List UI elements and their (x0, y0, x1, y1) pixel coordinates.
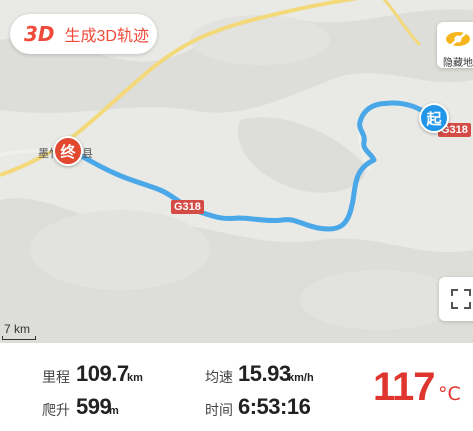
expand-icon (451, 289, 471, 309)
distance-value: 109.7 (76, 361, 129, 386)
scale-bar (2, 336, 36, 340)
map-view[interactable]: 3D 生成3D轨迹 隐藏地 墨竹工卡县 G318 G318 终 起 7 km (0, 0, 473, 343)
distance-unit: km (127, 372, 143, 384)
hide-map-button[interactable]: 隐藏地 (437, 22, 473, 69)
avg-speed-label: 均速 (205, 369, 233, 385)
avg-speed-value: 15.93 (238, 361, 291, 386)
distance-label: 里程 (42, 369, 70, 385)
temperature-value: 117 (373, 365, 436, 409)
temperature-unit: °C (438, 383, 461, 405)
end-marker[interactable]: 终 (53, 136, 83, 166)
generate-3d-track-button[interactable]: 3D 生成3D轨迹 (10, 14, 157, 54)
start-marker[interactable]: 起 (419, 103, 449, 133)
climb-label: 爬升 (42, 402, 70, 418)
3d-icon: 3D (24, 22, 55, 46)
generate-3d-track-label: 生成3D轨迹 (64, 28, 149, 45)
scale-label: 7 km (4, 322, 31, 336)
stats-panel: 里程 109.7 km 爬升 599 m 均速 15.93 km/h 时间 6:… (0, 343, 473, 431)
road-tag: G318 (171, 200, 204, 214)
avg-speed-unit: km/h (288, 372, 314, 384)
climb-value: 599 (76, 394, 112, 419)
fullscreen-button[interactable] (439, 277, 473, 321)
hide-map-label: 隐藏地 (443, 58, 473, 69)
climb-unit: m (109, 405, 119, 417)
time-value: 6:53:16 (238, 394, 311, 419)
time-label: 时间 (205, 402, 233, 418)
eye-slash-icon (446, 30, 470, 48)
